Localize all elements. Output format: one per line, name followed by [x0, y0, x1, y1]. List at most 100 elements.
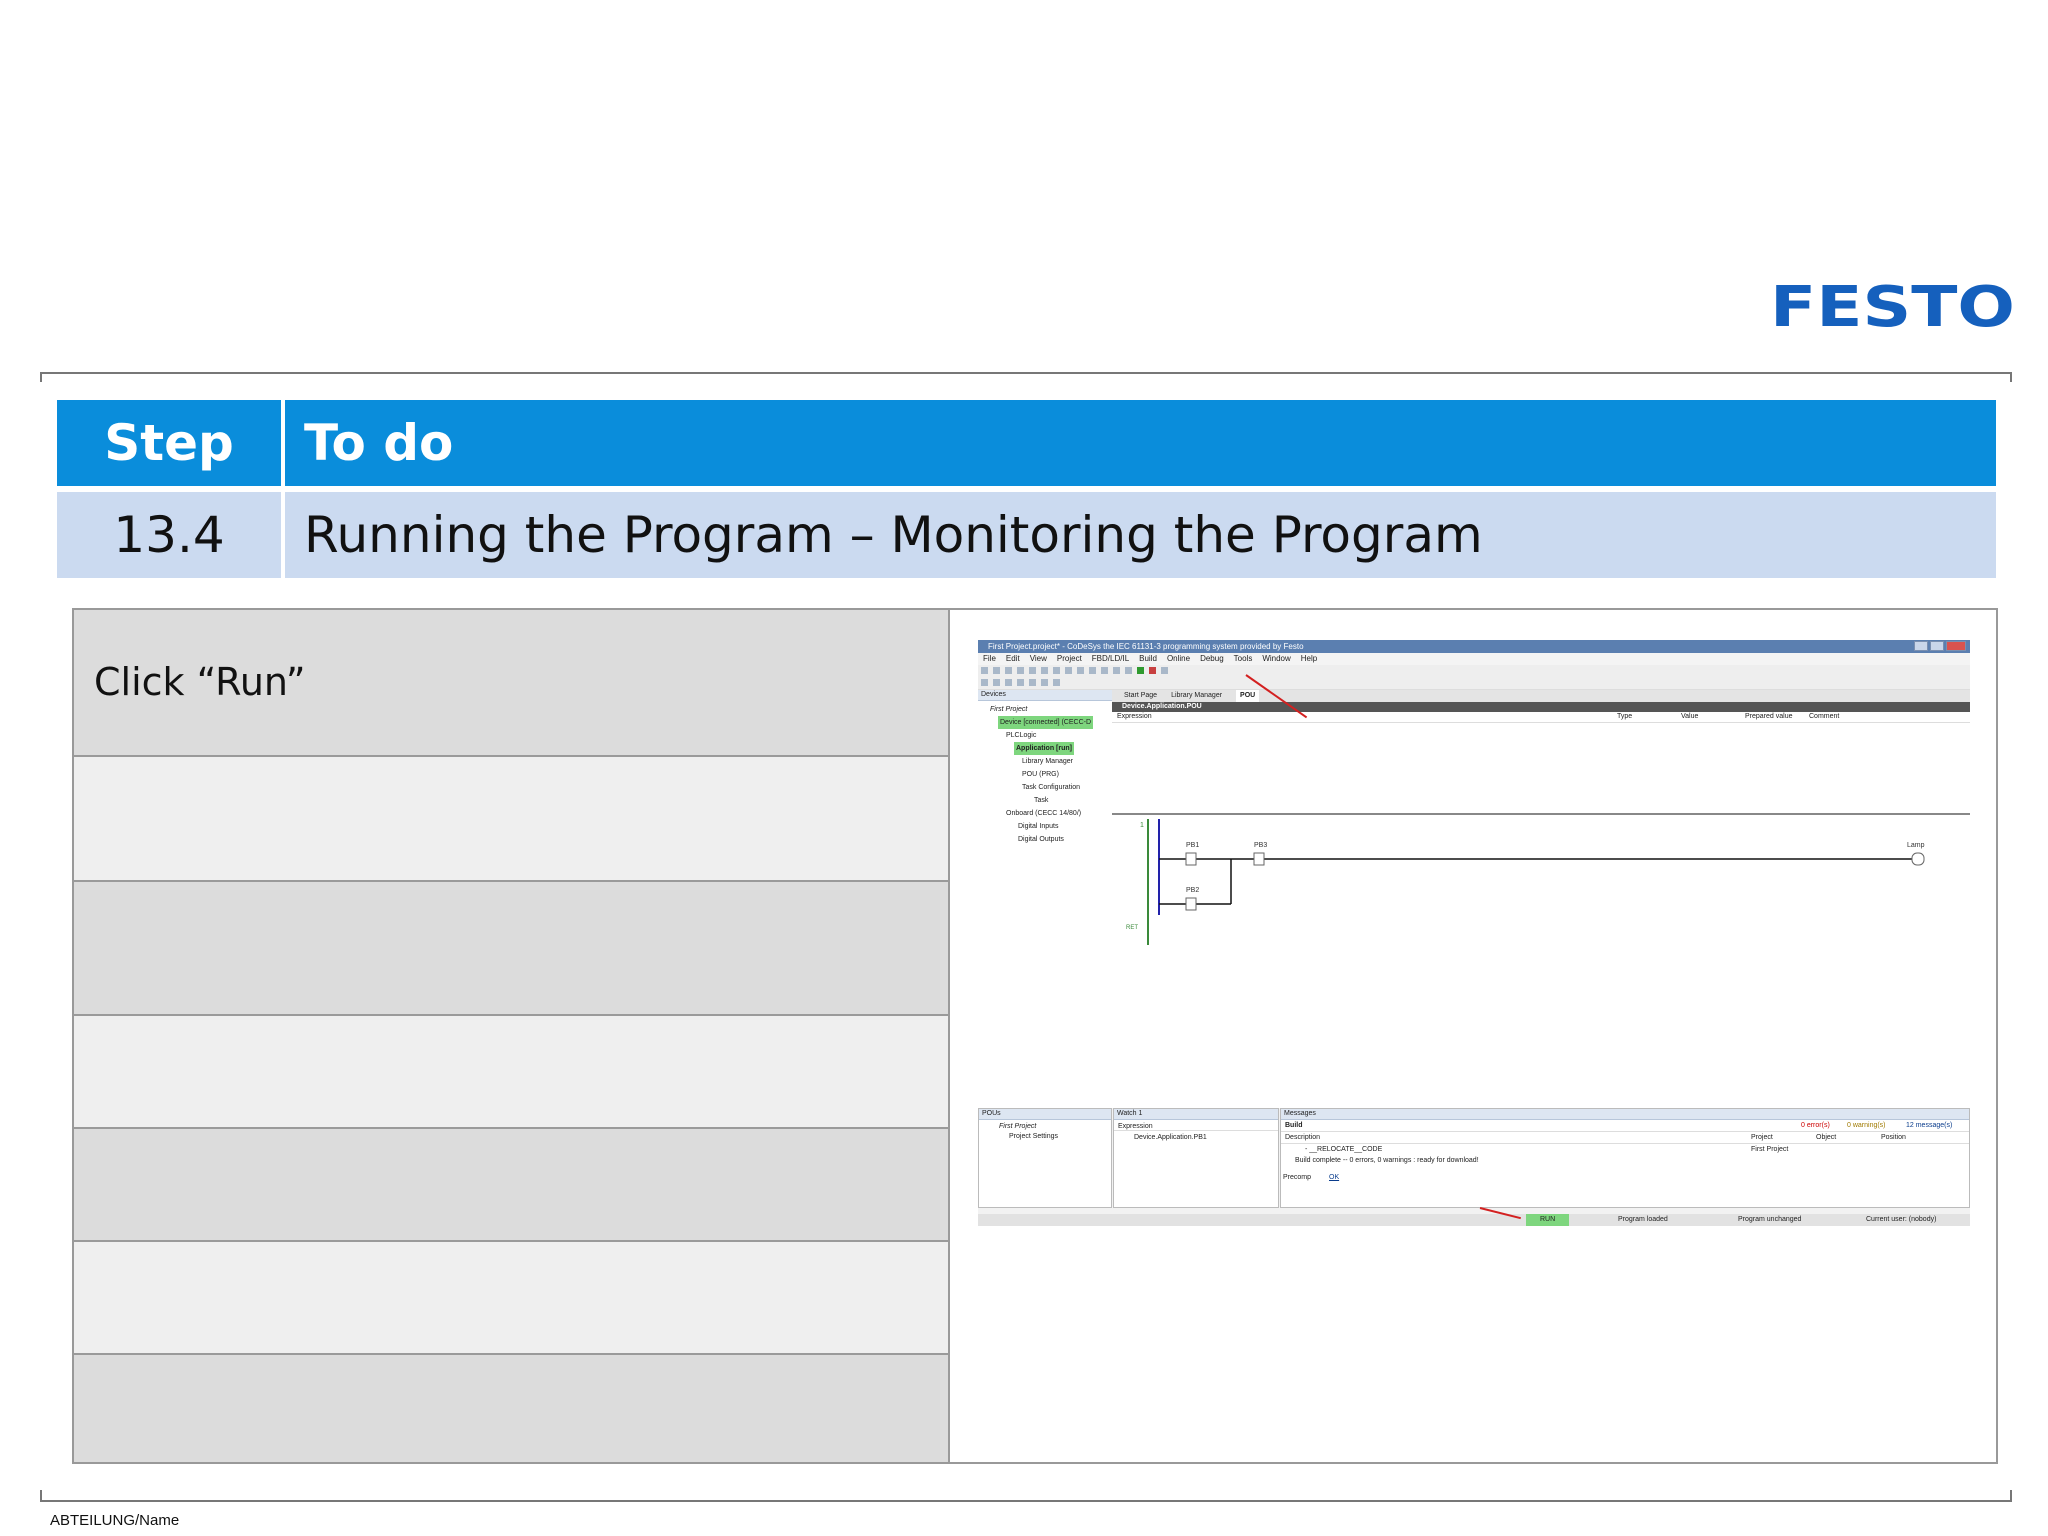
instruction-cell: Click “Run” [74, 610, 948, 757]
undo-icon[interactable] [1029, 667, 1036, 674]
tab-pou[interactable]: POU [1236, 690, 1260, 702]
tree-item[interactable]: Application [run] [978, 742, 1112, 755]
run-status[interactable]: RUN [1526, 1214, 1570, 1226]
ladder-editor[interactable]: 1 PB1 PB3 PB2 Lamp RET [1112, 815, 1970, 1075]
tree-item[interactable]: Task [978, 794, 1112, 807]
tab-library-manager[interactable]: Library Manager [1171, 690, 1222, 702]
devices-panel-header: Devices [978, 690, 1112, 701]
precomp-status[interactable]: OK [1329, 1172, 1339, 1183]
contact-pb1-label: PB1 [1186, 842, 1199, 849]
col-comment: Comment [1809, 713, 1840, 720]
message-count[interactable]: 12 message(s) [1906, 1120, 1952, 1131]
new-icon[interactable] [981, 667, 988, 674]
jump-icon[interactable] [1041, 679, 1048, 686]
menu-edit[interactable]: Edit [1006, 653, 1020, 665]
build-icon[interactable] [1101, 667, 1108, 674]
window-title: First Project.project* - CoDeSys the IEC… [978, 640, 1970, 653]
contact-pb2-label: PB2 [1186, 887, 1199, 894]
message-project: First Project [1751, 1146, 1789, 1153]
contact-pb1 [1185, 852, 1197, 866]
menu-window[interactable]: Window [1262, 653, 1290, 665]
pous-panel-header: POUs [979, 1109, 1111, 1120]
box-icon[interactable] [1005, 679, 1012, 686]
redo-icon[interactable] [1041, 667, 1048, 674]
contact-pb3 [1253, 852, 1265, 866]
logout-icon[interactable] [1125, 667, 1132, 674]
col-type: Type [1617, 713, 1633, 720]
messages-header: Description Project Object Position [1281, 1132, 1969, 1144]
header-step: Step [104, 414, 234, 472]
message-row[interactable]: - __RELOCATE__CODE First Project [1281, 1144, 1969, 1155]
tree-item[interactable]: Task Configuration [978, 781, 1112, 794]
col-expression: Expression [1117, 713, 1152, 720]
save-icon[interactable] [1005, 667, 1012, 674]
stop-icon[interactable] [1149, 667, 1156, 674]
error-count[interactable]: 0 error(s) [1801, 1120, 1830, 1131]
minimize-button[interactable] [1914, 641, 1928, 651]
network-icon[interactable] [1017, 679, 1024, 686]
messages-filter[interactable]: Build [1285, 1120, 1303, 1131]
tree-item[interactable]: Library Manager [978, 755, 1112, 768]
messages-filter-row: Build 0 error(s) 0 warning(s) 12 message… [1281, 1120, 1969, 1132]
step-number: 13.4 [113, 506, 225, 564]
open-icon[interactable] [993, 667, 1000, 674]
instruction-cell [74, 1016, 948, 1129]
col-prepared-value: Prepared value [1745, 713, 1793, 720]
warning-count[interactable]: 0 warning(s) [1847, 1120, 1886, 1131]
paste-icon[interactable] [1077, 667, 1084, 674]
message-text: Build complete -- 0 errors, 0 warnings :… [1295, 1157, 1479, 1164]
tree-item[interactable]: POU (PRG) [978, 768, 1112, 781]
tree-item[interactable]: Device [connected] (CECC-D [978, 716, 1112, 729]
menu-debug[interactable]: Debug [1200, 653, 1224, 665]
col-project: Project [1751, 1134, 1773, 1141]
col-position: Position [1881, 1134, 1906, 1141]
menu-online[interactable]: Online [1167, 653, 1190, 665]
editor-area: Start Page Library Manager POU Device.Ap… [1112, 690, 1970, 1108]
coil-lamp [1911, 852, 1925, 866]
ret-label: RET [1126, 925, 1138, 931]
coil-icon[interactable] [993, 679, 1000, 686]
tree-item[interactable]: Digital Outputs [978, 833, 1112, 846]
cut-icon[interactable] [1053, 667, 1060, 674]
menu-fbd[interactable]: FBD/LD/IL [1092, 653, 1129, 665]
menu-build[interactable]: Build [1139, 653, 1157, 665]
tree-item[interactable]: Onboard (CECC 14/80/) [978, 807, 1112, 820]
return-icon[interactable] [1053, 679, 1060, 686]
devices-panel: Devices First Project Device [connected]… [978, 690, 1113, 1108]
maximize-button[interactable] [1930, 641, 1944, 651]
contact-icon[interactable] [981, 679, 988, 686]
find-icon[interactable] [1089, 667, 1096, 674]
pous-item[interactable]: First Project [979, 1120, 1111, 1130]
rung-number: 1 [1140, 822, 1144, 829]
branch-icon[interactable] [1029, 679, 1036, 686]
instruction-cell [74, 1355, 948, 1462]
tree-item[interactable]: First Project [978, 703, 1112, 716]
menu-tools[interactable]: Tools [1234, 653, 1253, 665]
watch-header: Expression Type Value Prepared value Com… [1112, 712, 1970, 723]
tree-item[interactable]: PLCLogic [978, 729, 1112, 742]
copy-icon[interactable] [1065, 667, 1072, 674]
menu-view[interactable]: View [1030, 653, 1047, 665]
tree-item[interactable]: Digital Inputs [978, 820, 1112, 833]
step-title: Running the Program – Monitoring the Pro… [304, 506, 1483, 564]
bottom-rule [40, 1490, 2012, 1502]
step-row: 13.4 Running the Program – Monitoring th… [57, 492, 1996, 578]
ladder-diagram: 1 PB1 PB3 PB2 Lamp RET [1126, 819, 1925, 945]
tab-start-page[interactable]: Start Page [1124, 690, 1157, 702]
close-button[interactable] [1946, 641, 1966, 651]
menu-help[interactable]: Help [1301, 653, 1317, 665]
festo-logo-text: FESTO [1770, 280, 2015, 330]
editor-tabs: Start Page Library Manager POU [1112, 690, 1970, 702]
contact-pb3-label: PB3 [1254, 842, 1267, 849]
start-icon[interactable] [1137, 667, 1144, 674]
message-row[interactable]: Build complete -- 0 errors, 0 warnings :… [1281, 1155, 1969, 1166]
print-icon[interactable] [1017, 667, 1024, 674]
watch-item[interactable]: Device.Application.PB1 [1114, 1131, 1278, 1141]
program-loaded-status: Program loaded [1618, 1216, 1668, 1223]
pous-item[interactable]: Project Settings [979, 1130, 1111, 1140]
reset-icon[interactable] [1161, 667, 1168, 674]
menu-file[interactable]: File [983, 653, 996, 665]
menu-project[interactable]: Project [1057, 653, 1082, 665]
codesys-screenshot: First Project.project* - CoDeSys the IEC… [978, 640, 1970, 1226]
login-icon[interactable] [1113, 667, 1120, 674]
